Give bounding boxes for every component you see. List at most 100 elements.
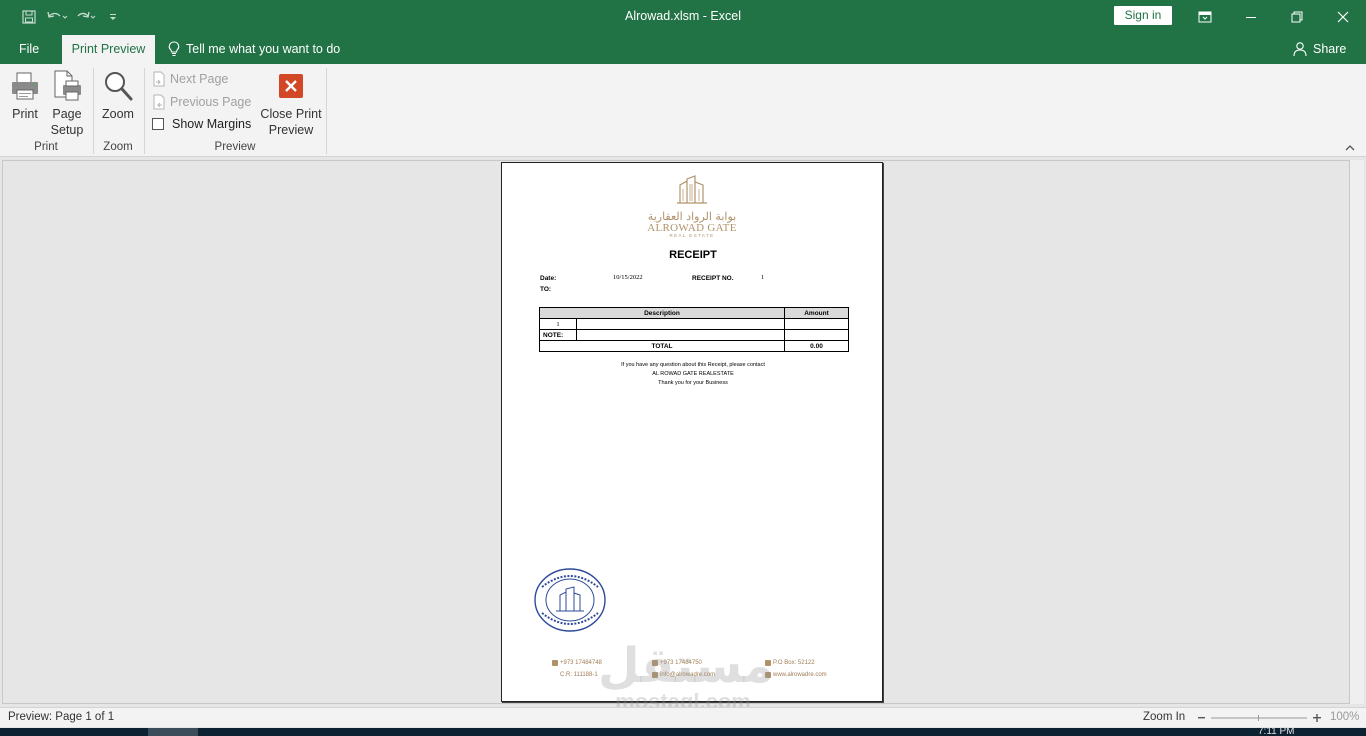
title-bar: Alrowad.xlsm - Excel Sign in	[0, 0, 1366, 33]
zoom-out-icon[interactable]	[1198, 717, 1205, 719]
close-window-button[interactable]	[1320, 0, 1366, 33]
page-setup-icon	[50, 68, 84, 104]
note-cell	[576, 329, 785, 341]
next-page-label: Next Page	[170, 72, 229, 86]
table-row: NOTE:	[539, 329, 849, 341]
contact-email: info@alrowadre.com	[652, 672, 715, 678]
zoom-label: Zoom	[102, 107, 134, 121]
page-setup-label-1: Page	[52, 107, 82, 121]
fax-icon	[652, 660, 658, 666]
next-page-button[interactable]: Next Page	[152, 71, 228, 87]
table-row: 1	[539, 318, 849, 330]
zoom-percentage[interactable]: 100%	[1330, 711, 1359, 723]
phone-1-text: +973 17484748	[560, 660, 602, 666]
close-icon	[1337, 11, 1349, 22]
table-header-row: Description Amount	[539, 307, 849, 319]
receipt-no-label: RECEIPT NO.	[692, 275, 734, 282]
email-text: info@alrowadre.com	[660, 672, 716, 678]
to-label: TO:	[540, 286, 552, 293]
date-label: Date:	[540, 275, 557, 282]
group-separator	[144, 68, 145, 154]
zoom-button[interactable]: Zoom	[100, 68, 136, 122]
person-icon	[1293, 42, 1307, 57]
receipt-page: بوابة الرواد العقارية ALROWAD GATE REAL …	[501, 162, 883, 702]
group-label-print: Print	[34, 141, 58, 153]
close-preview-label-2: Preview	[268, 123, 314, 137]
taskbar-clock: 7:11 PM	[1258, 726, 1295, 736]
total-label: TOTAL	[539, 340, 785, 352]
close-preview-icon	[274, 68, 308, 104]
previous-page-button[interactable]: Previous Page	[152, 94, 251, 110]
group-label-zoom: Zoom	[103, 141, 133, 153]
sign-in-button[interactable]: Sign in	[1114, 6, 1172, 25]
contact-cr: C.R: 111188-1	[560, 672, 598, 678]
date-value: 10/15/2022	[613, 274, 643, 281]
table-total-row: TOTAL 0.00	[539, 340, 849, 352]
contact-phone-1: +973 17484748	[552, 660, 602, 666]
phone-icon	[552, 660, 558, 666]
close-preview-label-1: Close Print	[260, 107, 322, 121]
next-page-icon	[153, 71, 165, 87]
email-icon	[652, 672, 658, 678]
company-logo: بوابة الرواد العقارية ALROWAD GATE REAL …	[642, 175, 742, 241]
show-margins-label: Show Margins	[172, 117, 252, 131]
magnifier-icon	[101, 68, 135, 104]
restore-icon	[1291, 11, 1303, 22]
page-setup-button[interactable]: Page Setup	[50, 68, 84, 138]
lightbulb-icon	[168, 41, 180, 56]
po-box-text: P.O Box: 52122	[773, 660, 815, 666]
globe-icon	[765, 672, 771, 678]
logo-english-text: ALROWAD GATE	[647, 222, 737, 234]
group-label-preview: Preview	[214, 141, 256, 153]
ribbon: Print Page Setup Print Zoom Zoom Next Pa…	[0, 64, 1366, 157]
status-bar: Preview: Page 1 of 1 Zoom In 100%	[0, 707, 1366, 727]
tell-me-search[interactable]: Tell me what you want to do	[168, 41, 340, 57]
checkbox-box[interactable]	[152, 118, 164, 130]
ribbon-display-icon	[1198, 11, 1212, 22]
column-header-amount: Amount	[784, 307, 849, 319]
contact-po-box: P.O Box: 52122	[765, 660, 815, 666]
vertical-scrollbar[interactable]	[1350, 160, 1364, 704]
footer-line-2: AL ROWAD GATE REALESTATE	[652, 371, 734, 377]
restore-button[interactable]	[1274, 0, 1320, 33]
note-label: NOTE:	[539, 329, 577, 341]
zoom-in-label[interactable]: Zoom In	[1143, 711, 1185, 723]
minimize-button[interactable]	[1228, 0, 1274, 33]
preview-page-status: Preview: Page 1 of 1	[8, 711, 115, 723]
footer-line-1: If you have any question about this Rece…	[621, 362, 765, 368]
ribbon-display-options-button[interactable]	[1182, 0, 1228, 33]
print-button[interactable]: Print	[8, 68, 42, 122]
phone-2-text: +973 17484750	[660, 660, 702, 666]
share-button[interactable]: Share	[1293, 41, 1346, 57]
tab-file[interactable]: File	[19, 42, 39, 56]
share-label: Share	[1313, 42, 1347, 56]
description-cell	[576, 318, 785, 330]
note-amount-cell	[784, 329, 849, 341]
group-separator	[326, 68, 327, 154]
minimize-icon	[1246, 16, 1256, 18]
previous-page-icon	[153, 94, 165, 110]
total-value: 0.00	[784, 340, 849, 352]
printer-icon	[8, 68, 42, 104]
mailbox-icon	[765, 660, 771, 666]
page-setup-label-2: Setup	[50, 123, 84, 137]
chevron-up-icon	[1345, 145, 1355, 151]
cr-text: C.R: 111188-1	[560, 672, 598, 678]
close-print-preview-button[interactable]: Close Print Preview	[258, 68, 324, 138]
zoom-slider[interactable]	[1198, 712, 1322, 724]
contact-phone-2: +973 17484750	[652, 660, 702, 666]
collapse-ribbon-button[interactable]	[1344, 142, 1358, 154]
show-margins-checkbox[interactable]: Show Margins	[152, 117, 251, 131]
group-separator	[93, 68, 94, 154]
building-logo-icon	[677, 175, 707, 204]
website-text: www.alrowadre.com	[773, 672, 827, 678]
amount-cell	[784, 318, 849, 330]
tab-print-preview[interactable]: Print Preview	[62, 35, 155, 64]
tell-me-label: Tell me what you want to do	[186, 42, 341, 56]
receipt-no-value: 1	[761, 274, 765, 281]
taskbar-app[interactable]	[148, 728, 198, 736]
receipt-title: RECEIPT	[669, 249, 717, 261]
company-stamp	[534, 567, 608, 633]
receipt-table: Description Amount 1 NOTE: TOTAL 0.00	[539, 307, 849, 352]
taskbar: 7:11 PM	[0, 726, 1366, 736]
